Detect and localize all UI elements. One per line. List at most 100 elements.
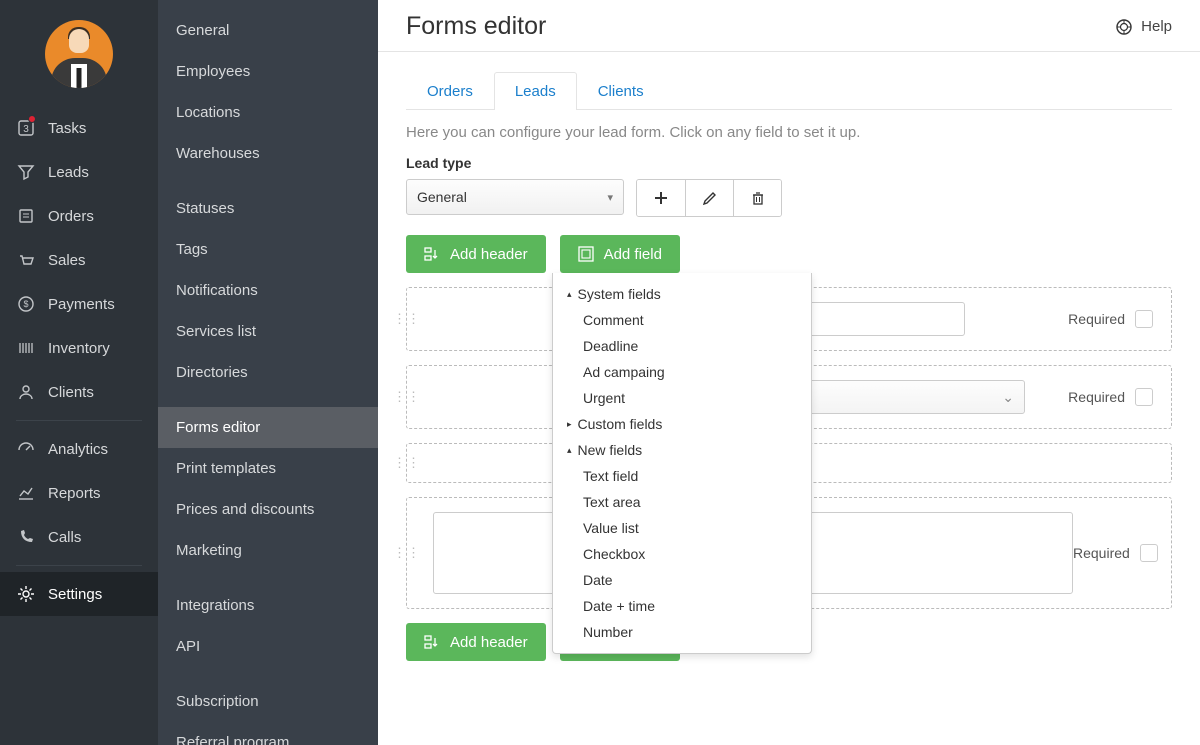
nav2-item-tags[interactable]: Tags — [158, 229, 378, 270]
drag-handle-icon[interactable]: ⋮⋮ — [393, 545, 421, 561]
required-checkbox[interactable] — [1135, 310, 1153, 328]
nav-label: Orders — [48, 208, 94, 225]
dd-item-value-list[interactable]: Value list — [553, 515, 811, 541]
nav-item-inventory[interactable]: Inventory — [0, 326, 158, 370]
page-title: Forms editor — [406, 12, 546, 41]
nav2-item-notifications[interactable]: Notifications — [158, 270, 378, 311]
nav-item-tasks[interactable]: 3 Tasks — [0, 106, 158, 150]
nav-label: Calls — [48, 529, 81, 546]
nav2-item-subscription[interactable]: Subscription — [158, 681, 378, 722]
reports-icon — [16, 484, 36, 502]
nav-item-sales[interactable]: Sales — [0, 238, 158, 282]
edit-lead-type-button[interactable] — [685, 180, 733, 216]
nav-item-settings[interactable]: Settings — [0, 572, 158, 616]
dd-group-custom-fields[interactable]: ▸Custom fields — [553, 411, 811, 437]
dd-item-deadline[interactable]: Deadline — [553, 333, 811, 359]
drag-handle-icon[interactable]: ⋮⋮ — [393, 389, 421, 405]
analytics-icon — [16, 440, 36, 458]
help-label: Help — [1141, 18, 1172, 35]
nav2-item-marketing[interactable]: Marketing — [158, 530, 378, 571]
nav-label: Payments — [48, 296, 115, 313]
delete-lead-type-button[interactable] — [733, 180, 781, 216]
add-field-icon — [578, 246, 594, 262]
nav-label: Sales — [48, 252, 86, 269]
nav-item-calls[interactable]: Calls — [0, 515, 158, 559]
nav2-item-prices-and-discounts[interactable]: Prices and discounts — [158, 489, 378, 530]
nav2-item-forms-editor[interactable]: Forms editor — [158, 407, 378, 448]
nav-label: Analytics — [48, 441, 108, 458]
nav2-item-services-list[interactable]: Services list — [158, 311, 378, 352]
inventory-icon — [16, 339, 36, 357]
svg-text:$: $ — [23, 299, 28, 309]
clients-icon — [16, 383, 36, 401]
add-header-button[interactable]: Add header — [406, 235, 546, 273]
dd-item-text-field[interactable]: Text field — [553, 463, 811, 489]
add-header-button-bottom[interactable]: Add header — [406, 623, 546, 661]
dd-item-comment[interactable]: Comment — [553, 307, 811, 333]
nav-label: Reports — [48, 485, 101, 502]
nav2-item-referral-program[interactable]: Referral program — [158, 722, 378, 745]
badge-dot — [28, 115, 36, 123]
lead-type-select[interactable]: General ▾ — [406, 179, 624, 215]
nav-secondary: General Employees Locations Warehouses S… — [158, 0, 378, 745]
dd-group-new-fields[interactable]: ▴New fields — [553, 437, 811, 463]
nav2-item-print-templates[interactable]: Print templates — [158, 448, 378, 489]
leads-icon — [16, 163, 36, 181]
dd-item-number[interactable]: Number — [553, 619, 811, 645]
nav2-item-warehouses[interactable]: Warehouses — [158, 133, 378, 174]
add-field-button[interactable]: Add field — [560, 235, 680, 273]
nav2-item-statuses[interactable]: Statuses — [158, 188, 378, 229]
nav2-item-general[interactable]: General — [158, 10, 378, 51]
lead-type-value: General — [417, 189, 467, 205]
drag-handle-icon[interactable]: ⋮⋮ — [393, 311, 421, 327]
dd-item-checkbox[interactable]: Checkbox — [553, 541, 811, 567]
nav-item-clients[interactable]: Clients — [0, 370, 158, 414]
add-header-icon — [424, 246, 440, 262]
add-lead-type-button[interactable] — [637, 180, 685, 216]
nav2-item-api[interactable]: API — [158, 626, 378, 667]
dd-item-urgent[interactable]: Urgent — [553, 385, 811, 411]
nav-item-payments[interactable]: $ Payments — [0, 282, 158, 326]
nav-label: Settings — [48, 586, 102, 603]
avatar[interactable] — [45, 20, 113, 88]
dd-group-system-fields[interactable]: ▴System fields — [553, 281, 811, 307]
nav-divider — [16, 565, 142, 566]
add-field-dropdown: ▴System fields Comment Deadline Ad campa… — [552, 273, 812, 654]
triangle-down-icon: ▴ — [567, 289, 572, 300]
add-header-icon — [424, 634, 440, 650]
tab-orders[interactable]: Orders — [406, 72, 494, 110]
nav-label: Clients — [48, 384, 94, 401]
nav-primary: 3 Tasks Leads Orders Sales $ Payments In… — [0, 0, 158, 745]
dd-item-text-area[interactable]: Text area — [553, 489, 811, 515]
nav-item-orders[interactable]: Orders — [0, 194, 158, 238]
nav2-item-employees[interactable]: Employees — [158, 51, 378, 92]
nav2-item-integrations[interactable]: Integrations — [158, 585, 378, 626]
dd-item-date-time[interactable]: Date + time — [553, 593, 811, 619]
nav2-item-locations[interactable]: Locations — [158, 92, 378, 133]
add-field-label: Add field — [604, 246, 662, 263]
hint-text: Here you can configure your lead form. C… — [406, 124, 1172, 141]
add-header-label: Add header — [450, 634, 528, 651]
sales-icon — [16, 251, 36, 269]
nav-item-leads[interactable]: Leads — [0, 150, 158, 194]
required-label: Required — [1068, 311, 1125, 327]
tab-clients[interactable]: Clients — [577, 72, 665, 110]
dd-item-ad-campaing[interactable]: Ad campaing — [553, 359, 811, 385]
tabs: Orders Leads Clients — [406, 72, 1172, 110]
svg-text:3: 3 — [23, 124, 29, 135]
add-header-label: Add header — [450, 246, 528, 263]
settings-icon — [16, 585, 36, 603]
nav-item-reports[interactable]: Reports — [0, 471, 158, 515]
dd-item-date[interactable]: Date — [553, 567, 811, 593]
nav-label: Tasks — [48, 120, 86, 137]
help-link[interactable]: Help — [1115, 18, 1172, 36]
nav-item-analytics[interactable]: Analytics — [0, 427, 158, 471]
drag-handle-icon[interactable]: ⋮⋮ — [393, 455, 421, 471]
calls-icon — [16, 528, 36, 546]
lead-type-actions — [636, 179, 782, 217]
required-checkbox[interactable] — [1135, 388, 1153, 406]
required-checkbox[interactable] — [1140, 544, 1158, 562]
plus-icon — [653, 190, 669, 206]
nav2-item-directories[interactable]: Directories — [158, 352, 378, 393]
tab-leads[interactable]: Leads — [494, 72, 577, 110]
